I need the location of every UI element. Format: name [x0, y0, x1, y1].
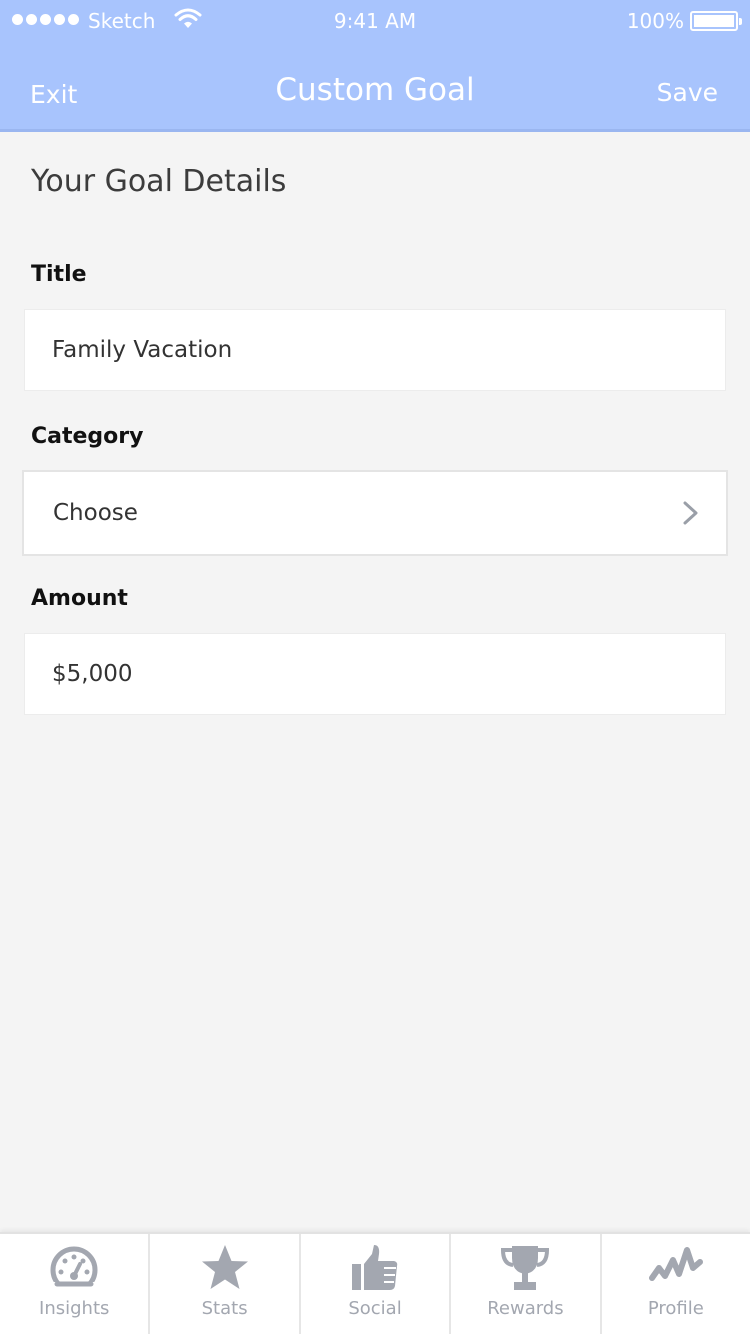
title-field[interactable]: Family Vacation — [24, 309, 726, 391]
tab-bar: Insights Stats Social Rewards Profile — [0, 1232, 750, 1334]
activity-icon — [648, 1247, 703, 1281]
tab-label: Stats — [201, 1298, 248, 1319]
amount-label: Amount — [31, 586, 128, 611]
tab-social[interactable]: Social — [301, 1234, 452, 1334]
amount-field-value: $5,000 — [52, 661, 133, 687]
title-label: Title — [31, 262, 87, 287]
category-select[interactable]: Choose — [22, 470, 728, 556]
save-button[interactable]: Save — [657, 78, 718, 107]
amount-field[interactable]: $5,000 — [24, 633, 726, 715]
battery-percentage: 100% — [626, 9, 684, 33]
star-icon — [201, 1245, 248, 1289]
category-select-value: Choose — [53, 500, 138, 526]
tab-profile[interactable]: Profile — [602, 1234, 750, 1334]
chevron-right-icon — [683, 501, 698, 525]
status-bar: Sketch 9:41 AM 100% — [0, 0, 750, 42]
speedometer-icon — [50, 1246, 98, 1292]
tab-label: Insights — [39, 1298, 110, 1319]
battery-icon — [690, 11, 742, 31]
page-title: Custom Goal — [275, 72, 475, 108]
tab-label: Rewards — [487, 1298, 564, 1319]
tab-insights[interactable]: Insights — [0, 1234, 151, 1334]
trophy-icon — [501, 1246, 550, 1290]
thumbs-up-icon — [352, 1245, 398, 1290]
app-header: Sketch 9:41 AM 100% Exit Custom Goal Sav… — [0, 0, 750, 132]
tab-rewards[interactable]: Rewards — [451, 1234, 602, 1334]
tab-label: Profile — [647, 1298, 704, 1319]
tab-stats[interactable]: Stats — [150, 1234, 301, 1334]
category-label: Category — [31, 424, 144, 449]
title-field-value: Family Vacation — [52, 337, 233, 363]
tab-label: Social — [348, 1298, 402, 1319]
goal-details-heading: Your Goal Details — [31, 164, 287, 199]
